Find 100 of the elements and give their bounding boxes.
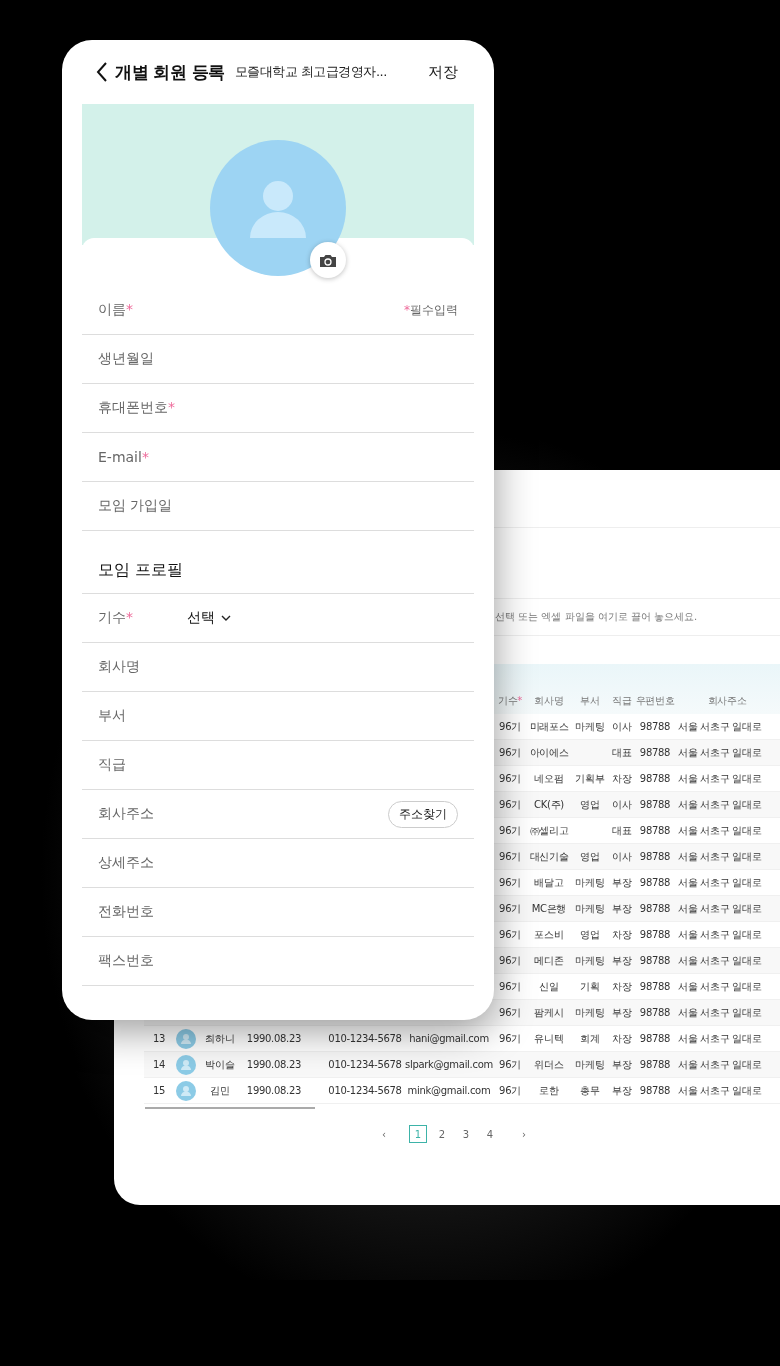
field-label: 생년월일 [98,350,154,368]
page-button[interactable]: 2 [433,1125,451,1143]
table-cell-text: 서울 서초구 일대로 [677,901,762,916]
form-field[interactable]: 부서 [82,692,474,741]
table-cell: 010-1234-5678 [328,1085,402,1096]
form-field[interactable]: 기수* 선택 [82,594,474,643]
field-label: 기수* [98,609,133,627]
table-cell: 마케팅 [575,1005,605,1020]
next-page-button[interactable]: › [515,1125,533,1143]
table-cell: 마케팅 [575,1057,605,1072]
field-label: 팩스번호 [98,952,154,970]
back-icon[interactable] [96,61,108,83]
table-cell: 회계 [580,1031,600,1046]
column-header: 부서 [580,694,600,708]
field-label: 부서 [98,707,126,725]
table-cell-text: 서울 서초구 일대로 [677,953,762,968]
field-label: 휴대폰번호* [98,399,175,417]
table-cell: 1990.08.23 [246,1033,302,1044]
table-cell: 유니텍 [534,1031,564,1046]
table-cell: 영업 [580,797,600,812]
table-cell-text: 서울 서초구 일대로 [677,797,762,812]
table-cell: 96기 [499,979,521,994]
form-field[interactable]: 생년월일 [82,335,474,384]
form-field[interactable]: 모임 가입일 [82,482,474,531]
table-cell: 로한 [539,1083,559,1098]
form-field[interactable]: 이름* *필수입력 [82,286,474,335]
page-button[interactable]: 3 [457,1125,475,1143]
table-cell: 98788 [639,747,671,758]
table-cell: 98788 [639,799,671,810]
screen-title: 개별 회원 등록 [115,60,225,84]
table-cell-text: 서울 서초구 일대로 [677,875,762,890]
table-cell: 13 [152,1033,166,1044]
field-label: 이름* [98,301,133,319]
table-cell: 98788 [639,1007,671,1018]
table-cell: 98788 [639,1085,671,1096]
table-cell: 최하니 [205,1031,235,1046]
table-cell: 96기 [499,1057,521,1072]
form-field[interactable]: 팩스번호 [82,937,474,986]
field-label: 상세주소 [98,854,154,872]
table-cell-text: 서울 서초구 일대로 [677,849,762,864]
table-cell: 98788 [639,877,671,888]
column-header: 직급 [612,694,632,708]
table-cell-text: 서울 서초구 일대로 [677,927,762,942]
table-cell: 기획 [580,979,600,994]
table-cell: 98788 [639,955,671,966]
table-cell: 부장 [612,1083,632,1098]
table-cell: 차장 [612,1031,632,1046]
table-cell: 배달고 [534,875,564,890]
table-cell: 98788 [639,851,671,862]
table-cell: 총무 [580,1083,600,1098]
form-field[interactable]: E-mail* [82,433,474,482]
table-cell: 미래포스 [529,719,569,734]
group-name: 모즐대학교 최고급경영자... [234,63,387,81]
form-field[interactable]: 직급 [82,741,474,790]
column-header: 기수* [497,694,523,708]
table-cell: 마케팅 [575,875,605,890]
table-cell: 96기 [499,875,521,890]
table-cell: 14 [152,1059,166,1070]
table-cell: 부장 [612,1057,632,1072]
form-field[interactable]: 상세주소 [82,839,474,888]
table-cell: 부장 [612,953,632,968]
table-cell: 기획부 [575,771,605,786]
required-note: *필수입력 [404,301,458,319]
form-field[interactable]: 휴대폰번호* [82,384,474,433]
horizontal-scrollbar[interactable] [145,1107,315,1109]
chevron-down-icon [221,614,231,622]
page-button[interactable]: 4 [481,1125,499,1143]
column-header: 회사명 [534,694,564,708]
table-cell: 부장 [612,1005,632,1020]
field-label: E-mail* [98,449,149,465]
table-cell: 96기 [499,745,521,760]
previous-page-button[interactable]: ‹ [375,1125,393,1143]
table-cell-text: 서울 서초구 일대로 [677,1057,762,1072]
form-field[interactable]: 전화번호 [82,888,474,937]
table-cell: 98788 [639,1033,671,1044]
table-cell: 신일 [539,979,559,994]
table-cell: 98788 [639,903,671,914]
form-field[interactable]: 회사명 [82,643,474,692]
table-cell: 010-1234-5678 [328,1033,402,1044]
address-search-button[interactable]: 주소찾기 [388,800,458,828]
column-header: 회사주소 [707,694,747,708]
table-cell: 마케팅 [575,901,605,916]
table-cell: mink@gmail.com [407,1085,491,1096]
table-cell: 1990.08.23 [246,1085,302,1096]
table-cell: slpark@gmail.com [405,1059,493,1070]
table-cell-text: 서울 서초구 일대로 [677,1005,762,1020]
field-label: 회사명 [98,658,140,676]
table-cell-text: 서울 서초구 일대로 [677,719,762,734]
table-cell: 98788 [639,773,671,784]
cohort-dropdown[interactable]: 선택 [187,609,231,627]
table-cell: 영업 [580,849,600,864]
camera-button[interactable] [310,242,346,278]
save-button[interactable]: 저장 [428,62,474,82]
table-cell: 96기 [499,797,521,812]
table-cell: 15 [152,1085,166,1096]
table-cell: 이사 [612,797,632,812]
table-cell: 차장 [612,979,632,994]
form-field[interactable]: 회사주소 주소찾기 [82,790,474,839]
field-label: 회사주소 [98,805,154,823]
field-label: 전화번호 [98,903,154,921]
